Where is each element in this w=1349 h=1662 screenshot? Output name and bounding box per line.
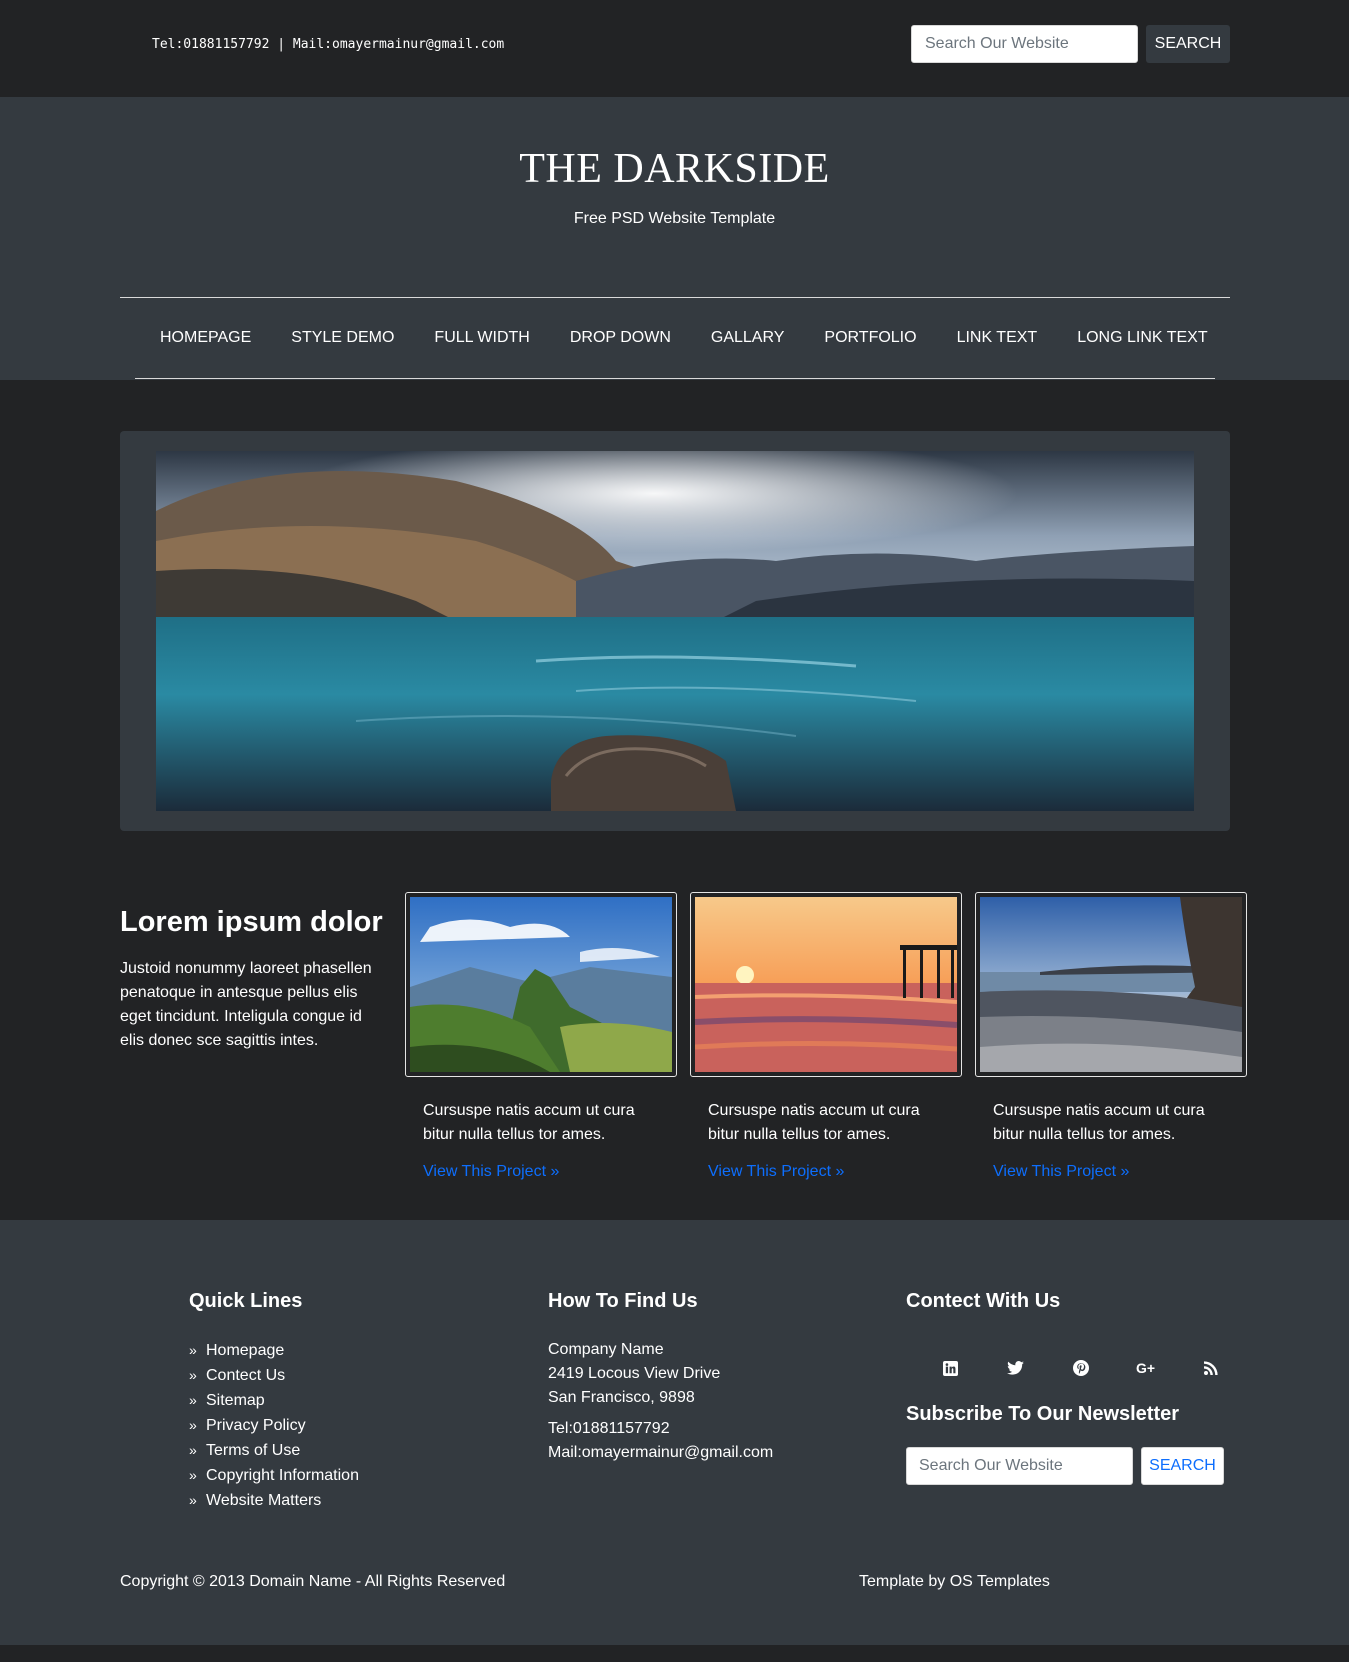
footer-link-homepage[interactable]: » Homepage (189, 1338, 359, 1363)
find-us-heading: How To Find Us (548, 1290, 698, 1312)
street-address: 2419 Locous View Drive (548, 1365, 721, 1382)
view-project-link[interactable]: View This Project » (405, 1163, 677, 1181)
project-thumbnail-sunset-pier[interactable] (690, 892, 962, 1077)
footer-link-copyright-information[interactable]: » Copyright Information (189, 1463, 359, 1488)
project-thumbnail-rocky-beach[interactable] (975, 892, 1247, 1077)
intro-title: Lorem ipsum dolor (120, 906, 383, 938)
rss-icon[interactable] (1178, 1356, 1243, 1380)
project-description: Cursuspe natis accum ut cura bitur nulla… (993, 1102, 1205, 1143)
chevron-right-icon: » (189, 1442, 197, 1458)
main-nav: HOMEPAGE STYLE DEMO FULL WIDTH DROP DOWN… (140, 298, 1228, 378)
twitter-icon[interactable] (983, 1356, 1048, 1380)
project-description: Cursuspe natis accum ut cura bitur nulla… (708, 1102, 920, 1143)
footer-link-contect-us[interactable]: » Contect Us (189, 1363, 359, 1388)
chevron-right-icon: » (189, 1392, 197, 1408)
site-header: THE DARKSIDE Free PSD Website Template H… (0, 97, 1349, 380)
newsletter-heading: Subscribe To Our Newsletter (906, 1403, 1180, 1425)
footer-link-sitemap[interactable]: » Sitemap (189, 1388, 359, 1413)
footer-phone: Tel:01881157792 (548, 1420, 670, 1437)
chevron-right-icon: » (189, 1342, 197, 1358)
nav-item-drop-down[interactable]: DROP DOWN (550, 329, 691, 347)
footer-link-website-matters[interactable]: » Website Matters (189, 1488, 359, 1513)
social-links: G+ (918, 1356, 1243, 1380)
connect-heading: Contect With Us (906, 1290, 1061, 1312)
chevron-right-icon: » (189, 1367, 197, 1383)
site-title: THE DARKSIDE (519, 146, 830, 192)
site-subtitle: Free PSD Website Template (573, 210, 776, 227)
chevron-right-icon: » (189, 1492, 197, 1508)
footer-email: Mail:omayermainur@gmail.com (548, 1444, 774, 1461)
template-credit: Template by OS Templates (859, 1573, 1050, 1590)
nav-item-homepage[interactable]: HOMEPAGE (140, 329, 271, 347)
address-block: Company Name 2419 Locous View Drive San … (548, 1338, 773, 1465)
copyright-text: Copyright © 2013 Domain Name - All Right… (120, 1573, 506, 1590)
featured-section: Lorem ipsum dolor Justoid nonummy laoree… (0, 872, 1349, 1220)
google-plus-icon[interactable]: G+ (1113, 1356, 1178, 1380)
project-thumbnail-mountain[interactable] (405, 892, 677, 1077)
company-name: Company Name (548, 1341, 664, 1358)
top-bar: Tel:01881157792 | Mail:omayermainur@gmai… (0, 0, 1349, 97)
chevron-right-icon: » (189, 1417, 197, 1433)
project-card: Cursuspe natis accum ut cura bitur nulla… (690, 892, 962, 1181)
intro-text: Justoid nonummy laoreet phasellen penato… (120, 960, 372, 1049)
top-search-button[interactable]: SEARCH (1146, 25, 1230, 63)
view-project-link[interactable]: View This Project » (975, 1163, 1247, 1181)
pinterest-icon[interactable] (1048, 1356, 1113, 1380)
site-footer: Quick Lines » Homepage » Contect Us » Sitem… (0, 1220, 1349, 1645)
contact-info: Tel:01881157792 | Mail:omayermainur@gmai… (152, 37, 505, 52)
quick-links-heading: Quick Lines (189, 1290, 303, 1312)
nav-item-style-demo[interactable]: STYLE DEMO (271, 329, 414, 347)
hero-frame (120, 431, 1230, 831)
project-card: Cursuspe natis accum ut cura bitur nulla… (975, 892, 1247, 1181)
footer-link-privacy-policy[interactable]: » Privacy Policy (189, 1413, 359, 1438)
newsletter-search-input[interactable] (906, 1447, 1133, 1485)
hero-image (156, 451, 1194, 811)
quick-links-list: » Homepage » Contect Us » Sitemap » Privacy … (189, 1338, 359, 1513)
city-address: San Francisco, 9898 (548, 1389, 695, 1406)
hero-section (0, 380, 1349, 872)
nav-item-portfolio[interactable]: PORTFOLIO (804, 329, 936, 347)
view-project-link[interactable]: View This Project » (690, 1163, 962, 1181)
top-search-input[interactable] (911, 25, 1138, 63)
nav-item-link-text[interactable]: LINK TEXT (937, 329, 1058, 347)
footer-link-terms-of-use[interactable]: » Terms of Use (189, 1438, 359, 1463)
nav-item-full-width[interactable]: FULL WIDTH (414, 329, 549, 347)
chevron-right-icon: » (189, 1467, 197, 1483)
project-card: Cursuspe natis accum ut cura bitur nulla… (405, 892, 677, 1181)
nav-item-long-link-text[interactable]: LONG LINK TEXT (1057, 329, 1227, 347)
newsletter-search-button[interactable]: SEARCH (1141, 1447, 1224, 1485)
nav-item-gallary[interactable]: GALLARY (691, 329, 805, 347)
nav-divider-bottom (135, 378, 1215, 379)
project-description: Cursuspe natis accum ut cura bitur nulla… (423, 1102, 635, 1143)
svg-text:G+: G+ (1136, 1361, 1155, 1375)
linkedin-icon[interactable] (918, 1356, 983, 1380)
